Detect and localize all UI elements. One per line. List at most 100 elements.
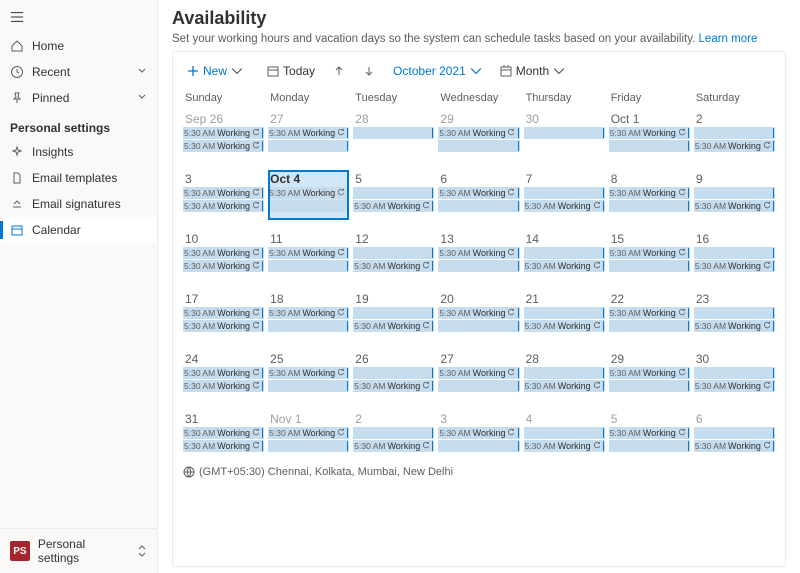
calendar-event[interactable]: 5:30 AMWorking [438, 140, 519, 152]
calendar-day-cell[interactable]: 315:30 AMWorking5:30 AMWorking [183, 410, 264, 460]
calendar-day-cell[interactable]: 205:30 AMWorking5:30 AMWorking [438, 290, 519, 340]
calendar-event[interactable]: 5:30 AMWorking [609, 260, 690, 272]
sidebar-item-insights[interactable]: Insights [0, 139, 157, 165]
calendar-day-cell[interactable]: 35:30 AMWorking5:30 AMWorking [183, 170, 264, 220]
calendar-day-cell[interactable]: 155:30 AMWorking5:30 AMWorking [609, 230, 690, 280]
calendar-event[interactable]: 5:30 AMWorking [353, 247, 434, 259]
calendar-event[interactable]: 5:30 AMWorking [609, 367, 690, 379]
calendar-day-cell[interactable]: 175:30 AMWorking5:30 AMWorking [183, 290, 264, 340]
calendar-event[interactable]: 5:30 AMWorking [353, 380, 434, 392]
calendar-event[interactable]: 5:30 AMWorking [524, 367, 605, 379]
calendar-event[interactable]: 5:30 AMWorking [353, 440, 434, 452]
calendar-event[interactable]: 5:30 AMWorking [609, 427, 690, 439]
view-picker[interactable]: Month [496, 62, 569, 80]
calendar-event[interactable]: 5:30 AMWorking [183, 140, 264, 152]
calendar-event[interactable]: 5:30 AMWorking [524, 260, 605, 272]
calendar-event[interactable]: 5:30 AMWorking [609, 187, 690, 199]
calendar-event[interactable]: 5:30 AMWorking [524, 427, 605, 439]
calendar-event[interactable]: 5:30 AMWorking [268, 140, 349, 152]
calendar-event[interactable]: 5:30 AMWorking [524, 127, 605, 139]
calendar-event[interactable]: 5:30 AMWorking [438, 260, 519, 272]
calendar-day-cell[interactable]: 245:30 AMWorking5:30 AMWorking [183, 350, 264, 400]
calendar-day-cell[interactable]: 275:30 AMWorking5:30 AMWorking [268, 110, 349, 160]
calendar-day-cell[interactable]: 75:30 AMWorking5:30 AMWorking [524, 170, 605, 220]
period-picker[interactable]: October 2021 [389, 62, 486, 80]
calendar-event[interactable]: 5:30 AMWorking [183, 380, 264, 392]
calendar-day-cell[interactable]: 285:30 AMWorking5:30 AMWorking [524, 350, 605, 400]
calendar-event[interactable]: 5:30 AMWorking [183, 367, 264, 379]
sidebar-item-email-templates[interactable]: Email templates [0, 165, 157, 191]
calendar-event[interactable]: 5:30 AMWorking [438, 440, 519, 452]
calendar-event[interactable]: 5:30 AMWorking [353, 307, 434, 319]
calendar-event[interactable]: 5:30 AMWorking [438, 367, 519, 379]
learn-more-link[interactable]: Learn more [699, 33, 758, 45]
calendar-event[interactable]: 5:30 AMWorking [694, 320, 775, 332]
calendar-event[interactable]: 5:30 AMWorking [524, 320, 605, 332]
calendar-event[interactable]: 5:30 AMWorking [524, 200, 605, 212]
calendar-event[interactable]: 5:30 AMWorking [183, 307, 264, 319]
calendar-event[interactable]: 5:30 AMWorking [694, 427, 775, 439]
calendar-event[interactable]: 5:30 AMWorking [268, 307, 349, 319]
next-button[interactable] [359, 63, 379, 79]
calendar-event[interactable]: 5:30 AMWorking [353, 367, 434, 379]
calendar-event[interactable]: 5:30 AMWorking [694, 200, 775, 212]
calendar-event[interactable]: 5:30 AMWorking [524, 380, 605, 392]
calendar-event[interactable]: 5:30 AMWorking [353, 427, 434, 439]
calendar-day-cell[interactable]: 65:30 AMWorking5:30 AMWorking [438, 170, 519, 220]
calendar-event[interactable]: 5:30 AMWorking [694, 367, 775, 379]
calendar-day-cell[interactable]: 35:30 AMWorking5:30 AMWorking [438, 410, 519, 460]
calendar-event[interactable]: 5:30 AMWorking [609, 380, 690, 392]
calendar-event[interactable]: 5:30 AMWorking [353, 127, 434, 139]
calendar-event[interactable]: 5:30 AMWorking [438, 427, 519, 439]
calendar-event[interactable]: 5:30 AMWorking [609, 140, 690, 152]
sidebar-item-recent[interactable]: Recent [0, 59, 157, 85]
calendar-event[interactable]: 5:30 AMWorking [183, 200, 264, 212]
calendar-event[interactable]: 5:30 AMWorking [694, 440, 775, 452]
timezone-bar[interactable]: (GMT+05:30) Chennai, Kolkata, Mumbai, Ne… [183, 466, 775, 478]
calendar-event[interactable]: 5:30 AMWorking [438, 380, 519, 392]
sidebar-footer[interactable]: PS Personal settings [0, 528, 157, 573]
calendar-day-cell[interactable]: 135:30 AMWorking5:30 AMWorking [438, 230, 519, 280]
calendar-day-cell[interactable]: 105:30 AMWorking5:30 AMWorking [183, 230, 264, 280]
calendar-event[interactable]: 5:30 AMWorking [183, 260, 264, 272]
sidebar-item-pinned[interactable]: Pinned [0, 85, 157, 111]
calendar-event[interactable]: 5:30 AMWorking [268, 127, 349, 139]
calendar-day-cell[interactable]: 305:30 AMWorking5:30 AMWorking [694, 350, 775, 400]
prev-button[interactable] [329, 63, 349, 79]
calendar-event[interactable]: 5:30 AMWorking [268, 380, 349, 392]
calendar-event[interactable]: 5:30 AMWorking [353, 187, 434, 199]
today-button[interactable]: Today [263, 62, 319, 80]
calendar-day-cell[interactable]: Nov 15:30 AMWorking5:30 AMWorking [268, 410, 349, 460]
calendar-day-cell[interactable]: 255:30 AMWorking5:30 AMWorking [268, 350, 349, 400]
calendar-event[interactable]: 5:30 AMWorking [694, 260, 775, 272]
new-button[interactable]: New [183, 62, 247, 80]
calendar-event[interactable]: 5:30 AMWorking [524, 307, 605, 319]
calendar-day-cell[interactable]: 145:30 AMWorking5:30 AMWorking [524, 230, 605, 280]
calendar-day-cell[interactable]: Oct 45:30 AMWorking5:30 AMWorking [268, 170, 349, 220]
calendar-event[interactable]: 5:30 AMWorking [609, 127, 690, 139]
calendar-day-cell[interactable]: 85:30 AMWorking5:30 AMWorking [609, 170, 690, 220]
calendar-day-cell[interactable]: 95:30 AMWorking5:30 AMWorking [694, 170, 775, 220]
calendar-event[interactable]: 5:30 AMWorking [183, 247, 264, 259]
calendar-day-cell[interactable]: 265:30 AMWorking5:30 AMWorking [353, 350, 434, 400]
calendar-event[interactable]: 5:30 AMWorking [438, 307, 519, 319]
calendar-event[interactable]: 5:30 AMWorking [524, 247, 605, 259]
calendar-event[interactable]: 5:30 AMWorking [268, 440, 349, 452]
calendar-day-cell[interactable]: 215:30 AMWorking5:30 AMWorking [524, 290, 605, 340]
calendar-event[interactable]: 5:30 AMWorking [694, 247, 775, 259]
calendar-event[interactable]: 5:30 AMWorking [353, 260, 434, 272]
calendar-day-cell[interactable]: 55:30 AMWorking5:30 AMWorking [609, 410, 690, 460]
calendar-event[interactable]: 5:30 AMWorking [438, 320, 519, 332]
calendar-event[interactable]: 5:30 AMWorking [438, 127, 519, 139]
calendar-event[interactable]: 5:30 AMWorking [609, 320, 690, 332]
calendar-event[interactable]: 5:30 AMWorking [268, 247, 349, 259]
calendar-day-cell[interactable]: 235:30 AMWorking5:30 AMWorking [694, 290, 775, 340]
calendar-event[interactable]: 5:30 AMWorking [438, 187, 519, 199]
calendar-event[interactable]: 5:30 AMWorking [183, 427, 264, 439]
calendar-event[interactable]: 5:30 AMWorking [268, 187, 349, 199]
calendar-event[interactable]: 5:30 AMWorking [609, 247, 690, 259]
calendar-event[interactable]: 5:30 AMWorking [524, 440, 605, 452]
calendar-day-cell[interactable]: 25:30 AMWorking5:30 AMWorking [694, 110, 775, 160]
calendar-event[interactable]: 5:30 AMWorking [694, 380, 775, 392]
calendar-day-cell[interactable]: 185:30 AMWorking5:30 AMWorking [268, 290, 349, 340]
